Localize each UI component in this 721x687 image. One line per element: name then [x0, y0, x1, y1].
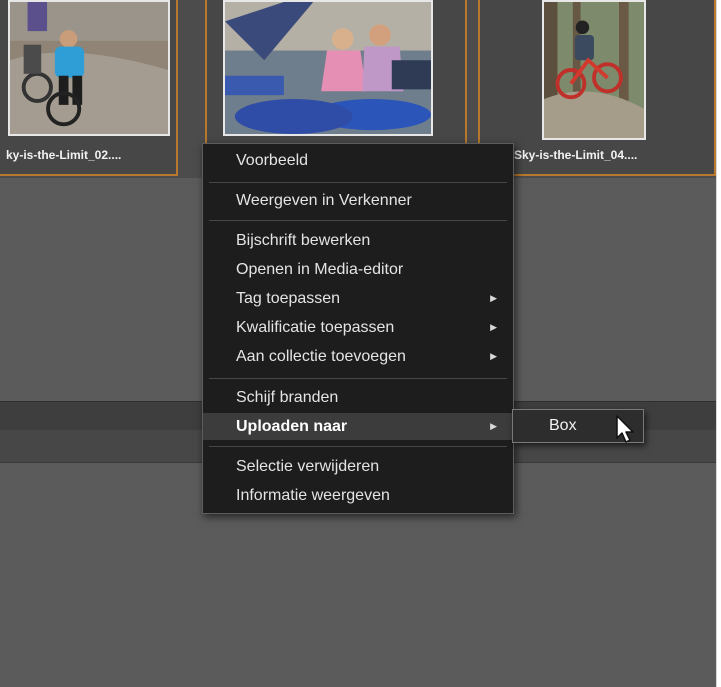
menu-item-upload-to[interactable]: Uploaden naar ▶ — [203, 413, 513, 440]
menu-item-remove-selection[interactable]: Selectie verwijderen — [203, 453, 513, 480]
menu-item-burn-disc[interactable]: Schijf branden — [203, 384, 513, 411]
triangle-right-icon: ▶ — [490, 351, 497, 361]
menu-item-label: Openen in Media-editor — [236, 261, 404, 278]
thumbnail-caption: ky-is-the-Limit_02.... — [6, 148, 122, 162]
menu-item-label: Aan collectie toevoegen — [236, 348, 406, 365]
arrow-cursor-icon — [616, 415, 634, 443]
menu-item-label: Selectie verwijderen — [236, 458, 380, 475]
menu-item-apply-tag[interactable]: Tag toepassen ▶ — [203, 285, 513, 312]
triangle-right-icon: ▶ — [490, 322, 497, 332]
menu-separator — [209, 446, 507, 447]
context-menu: Voorbeeld Weergeven in Verkenner Bijschr… — [202, 143, 514, 514]
menu-item-add-to-collection[interactable]: Aan collectie toevoegen ▶ — [203, 343, 513, 370]
menu-item-edit-caption[interactable]: Bijschrift bewerken — [203, 227, 513, 254]
media-browser-panel: ky-is-the-Limit_02.... -Sky-is-the-Limit… — [0, 0, 717, 687]
gallery-thumbnail[interactable]: ky-is-the-Limit_02.... — [0, 0, 178, 176]
menu-separator — [209, 182, 507, 183]
menu-item-show-in-explorer[interactable]: Weergeven in Verkenner — [203, 187, 513, 214]
menu-item-label: Tag toepassen — [236, 290, 341, 307]
triangle-right-icon: ▶ — [490, 421, 497, 431]
menu-item-apply-rating[interactable]: Kwalificatie toepassen ▶ — [203, 314, 513, 341]
menu-item-open-media-editor[interactable]: Openen in Media-editor — [203, 256, 513, 283]
menu-separator — [209, 378, 507, 379]
menu-separator — [209, 220, 507, 221]
triangle-right-icon: ▶ — [490, 293, 497, 303]
menu-item-show-info[interactable]: Informatie weergeven — [203, 482, 513, 509]
menu-item-preview[interactable]: Voorbeeld — [203, 147, 513, 174]
thumbnail-image — [8, 0, 170, 136]
thumbnail-image — [223, 0, 433, 136]
menu-item-label: Kwalificatie toepassen — [236, 319, 395, 336]
menu-item-label: Weergeven in Verkenner — [236, 192, 412, 209]
menu-item-label: Bijschrift bewerken — [236, 232, 371, 249]
menu-item-label: Schijf branden — [236, 389, 339, 406]
thumbnail-caption: -Sky-is-the-Limit_04.... — [510, 148, 638, 162]
thumbnail-image — [542, 0, 646, 140]
menu-item-label: Voorbeeld — [236, 152, 309, 169]
menu-item-label: Informatie weergeven — [236, 487, 390, 504]
menu-item-label: Uploaden naar — [236, 418, 348, 435]
